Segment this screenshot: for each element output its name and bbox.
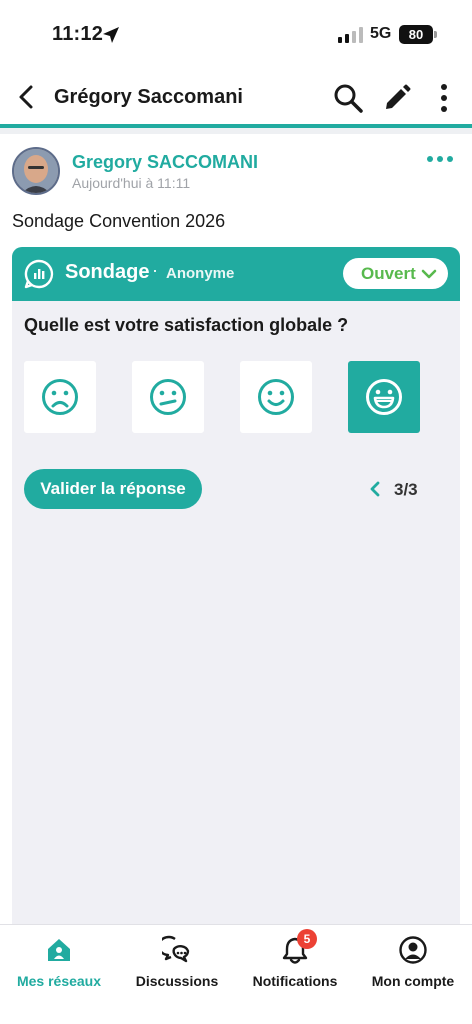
status-time: 11:12 <box>52 23 104 45</box>
poll-title: Sondage <box>65 261 150 283</box>
poll-status-dropdown[interactable]: Ouvert <box>343 258 448 289</box>
author-name[interactable]: Gregory SACCOMANI <box>72 152 258 173</box>
poll-header: Sondage · Anonyme Ouvert <box>12 247 460 301</box>
header-shadow <box>0 128 472 134</box>
poll-card: Sondage · Anonyme Ouvert Quelle est votr… <box>12 247 460 927</box>
app-header: Grégory Saccomani <box>0 70 472 124</box>
status-bar: 11:12 5G 80 <box>0 0 472 70</box>
post-text: Sondage Convention 2026 <box>12 211 226 231</box>
sad-face-icon <box>42 379 78 415</box>
more-vertical-icon[interactable] <box>432 82 456 114</box>
smile-face-icon <box>258 379 294 415</box>
chevron-down-icon <box>421 269 437 279</box>
nav-label: Mes réseaux <box>16 973 102 989</box>
nav-label: Mon compte <box>371 973 455 989</box>
nav-label: Notifications <box>252 973 338 989</box>
signal-icon <box>338 27 363 43</box>
poll-question: Quelle est votre satisfaction globale ? <box>24 315 349 335</box>
page-title: Grégory Saccomani <box>54 86 243 108</box>
submit-answer-button[interactable]: Valider la réponse <box>24 469 202 509</box>
nav-item-mes-reseaux[interactable]: Mes réseaux <box>0 933 118 993</box>
avatar[interactable] <box>12 147 60 195</box>
battery-tip <box>434 31 437 38</box>
neutral-face-icon <box>150 379 186 415</box>
nav-item-notifications[interactable]: 5 Notifications <box>236 929 354 993</box>
pencil-icon[interactable] <box>382 83 412 113</box>
poll-pager: 3/3 <box>394 480 418 499</box>
poll-mode: Anonyme <box>166 265 235 282</box>
avatar-photo <box>14 149 58 193</box>
bottom-nav: Mes réseaux Discussions 5 Notifications … <box>0 924 472 1024</box>
grin-face-icon <box>366 379 402 415</box>
chat-icon <box>162 935 190 963</box>
nav-item-discussions[interactable]: Discussions <box>118 933 236 993</box>
search-icon[interactable] <box>332 82 364 114</box>
poll-option-grin[interactable] <box>348 361 420 433</box>
poll-option-smile[interactable] <box>240 361 312 433</box>
poll-status-label: Ouvert <box>361 264 416 283</box>
notification-badge: 5 <box>297 929 317 949</box>
chevron-left-icon[interactable] <box>367 480 383 498</box>
post-timestamp: Aujourd'hui à 11:11 <box>72 175 191 191</box>
network-type: 5G <box>370 25 392 42</box>
poll-separator: · <box>152 260 158 280</box>
poll-chart-icon <box>24 259 54 289</box>
poll-option-sad[interactable] <box>24 361 96 433</box>
back-arrow-icon[interactable] <box>12 82 42 112</box>
battery-icon: 80 <box>399 25 433 44</box>
battery-level: 80 <box>408 27 424 42</box>
poll-option-neutral[interactable] <box>132 361 204 433</box>
nav-item-mon-compte[interactable]: Mon compte <box>354 933 472 993</box>
user-circle-icon <box>399 936 427 964</box>
more-horizontal-icon[interactable] <box>426 152 454 166</box>
location-arrow-icon <box>103 27 119 43</box>
home-icon <box>48 939 70 961</box>
nav-label: Discussions <box>135 973 219 989</box>
